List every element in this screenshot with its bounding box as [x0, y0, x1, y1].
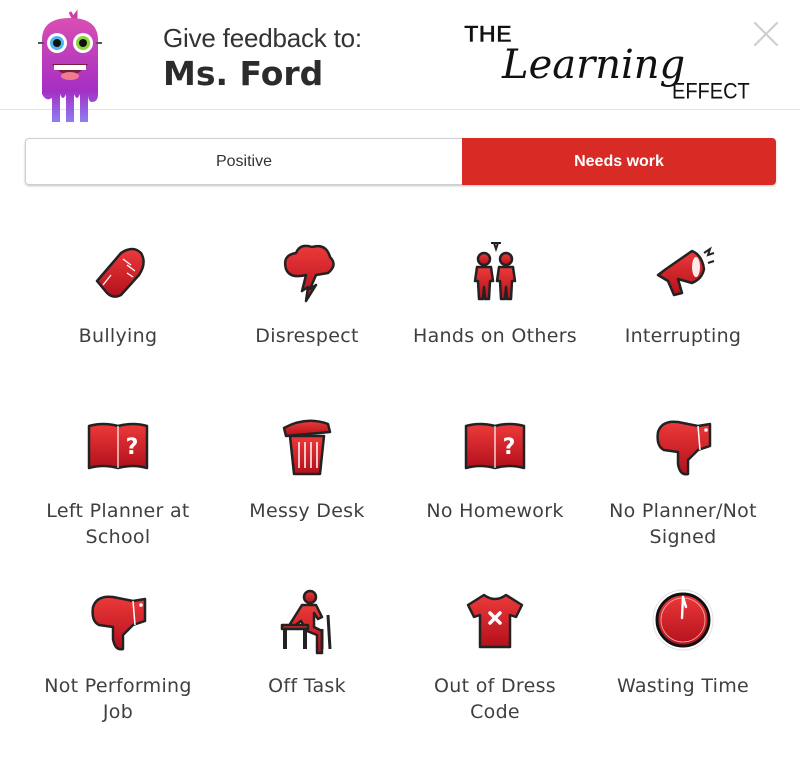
- behavior-item[interactable]: Out of Dress Code: [400, 585, 590, 725]
- behavior-label: Out of Dress Code: [434, 675, 556, 723]
- behavior-item[interactable]: Off Task: [212, 585, 402, 699]
- behavior-label: Left Planner at School: [46, 500, 190, 548]
- megaphone-icon: [655, 246, 715, 298]
- monster-avatar-icon: [38, 10, 102, 122]
- behavior-label: Interrupting: [624, 325, 742, 347]
- behavior-item[interactable]: No Planner/Not Signed: [588, 410, 778, 550]
- logo-learning: Learning: [501, 42, 685, 88]
- clock-icon: [652, 589, 714, 651]
- student-desk-icon: [280, 589, 332, 655]
- behavior-label: Bullying: [78, 325, 158, 347]
- close-icon[interactable]: [752, 20, 780, 48]
- logo-effect: EFFECT: [672, 80, 750, 104]
- behavior-item[interactable]: ? No Homework: [400, 410, 590, 524]
- dialog-header: Give feedback to: Ms. Ford THE Learning …: [0, 0, 800, 122]
- book-question-icon: ?: [463, 421, 527, 471]
- behavior-item[interactable]: Hands on Others: [400, 235, 590, 349]
- behavior-label: Messy Desk: [249, 500, 365, 522]
- behavior-item[interactable]: ? Left Planner at School: [23, 410, 213, 550]
- behavior-item[interactable]: Messy Desk: [212, 410, 402, 524]
- fist-icon: [94, 246, 147, 300]
- behavior-item[interactable]: Interrupting: [588, 235, 778, 349]
- needs-work-tab[interactable]: Needs work: [462, 138, 776, 185]
- two-people-icon: [473, 242, 517, 301]
- behavior-label: Not Performing Job: [44, 675, 192, 723]
- feedback-subtitle: Give feedback to:: [163, 23, 362, 53]
- learning-effect-logo: THE Learning EFFECT: [464, 21, 750, 104]
- tshirt-x-icon: [465, 592, 525, 650]
- behavior-item[interactable]: Not Performing Job: [23, 585, 213, 725]
- thumbs-down-icon: [89, 593, 148, 653]
- recipient-name: Ms. Ford: [163, 54, 324, 93]
- svg-text:?: ?: [126, 435, 139, 460]
- feedback-type-toggle: Positive Needs work: [25, 138, 776, 185]
- behavior-item[interactable]: Disrespect: [212, 235, 402, 349]
- storm-cloud-icon: [282, 242, 337, 304]
- behavior-label: Hands on Others: [412, 325, 578, 347]
- svg-text:?: ?: [503, 435, 516, 460]
- book-question-icon: ?: [86, 421, 150, 471]
- thumbs-down-icon: [654, 418, 713, 478]
- behavior-label: No Planner/Not Signed: [609, 500, 757, 548]
- behavior-item[interactable]: Wasting Time: [588, 585, 778, 699]
- behavior-item[interactable]: Bullying: [23, 235, 213, 349]
- feedback-heading: Give feedback to: Ms. Ford: [163, 22, 362, 94]
- trash-can-icon: [282, 419, 333, 477]
- behavior-label: Disrespect: [255, 325, 359, 347]
- behavior-label: Wasting Time: [616, 675, 750, 697]
- positive-tab[interactable]: Positive: [25, 138, 462, 185]
- behavior-label: No Homework: [426, 500, 564, 522]
- behavior-label: Off Task: [268, 675, 346, 697]
